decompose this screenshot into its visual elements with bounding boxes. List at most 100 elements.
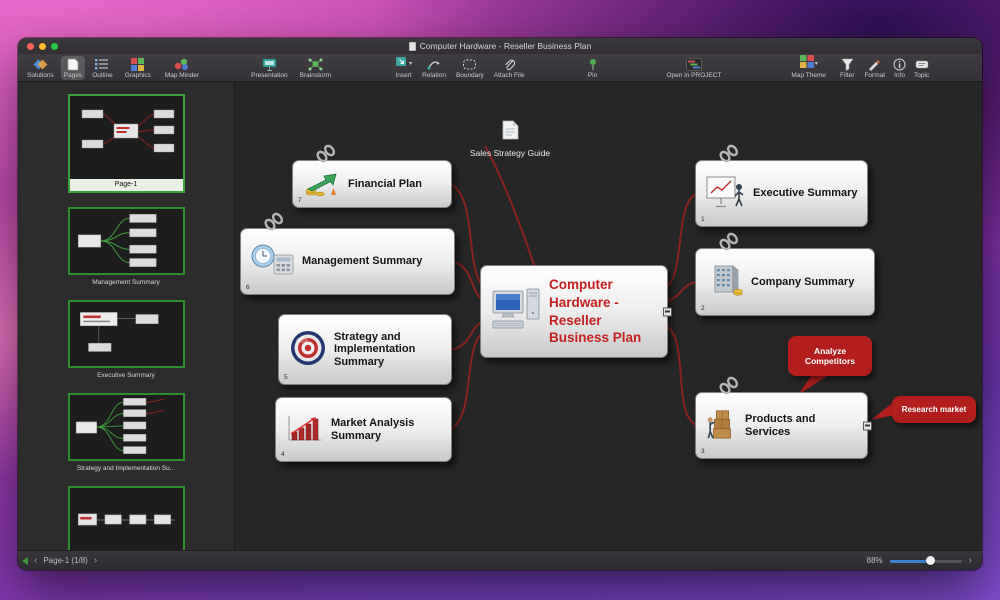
zoom-slider-knob[interactable] — [926, 556, 935, 565]
outline-icon — [95, 57, 109, 71]
hyperlink-chain-icon — [718, 232, 740, 255]
toolbar-button-relation[interactable]: Relation — [419, 56, 449, 80]
page-thumbnail-2[interactable]: Management Summary — [68, 207, 185, 286]
topic-company-summary[interactable]: Company Summary 2 — [695, 248, 875, 316]
topic-number: 5 — [284, 374, 288, 381]
toolbar-button-pages[interactable]: Pages — [61, 56, 85, 80]
pin-icon — [587, 57, 599, 71]
topic-label: Executive Summary — [753, 187, 858, 200]
toolbar-button-format[interactable]: Format — [861, 56, 888, 80]
central-topic[interactable]: Computer Hardware - Reseller Business Pl… — [480, 265, 668, 358]
zoom-level: 88% — [867, 556, 883, 565]
page-thumbnail-4[interactable]: Strategy and Implementation Su... — [68, 393, 185, 472]
hyperlink-chain-icon — [718, 144, 740, 167]
topic-label: Strategy and Implementation Summary — [334, 331, 442, 369]
topic-label: Management Summary — [302, 255, 422, 268]
toolbar-button-map-minder[interactable]: Map Minder — [162, 56, 202, 80]
page-thumbnail-label: Page-1 — [70, 179, 183, 191]
toolbar-button-graphics[interactable]: Graphics — [122, 56, 154, 80]
window-title: Computer Hardware - Reseller Business Pl… — [18, 41, 982, 51]
zoom-slider[interactable] — [890, 556, 962, 566]
main-toolbar: Solutions Pages Outline Graphics Map Min… — [18, 54, 982, 82]
topic-number: 1 — [701, 216, 705, 223]
toolbar-button-pin[interactable]: Pin — [584, 56, 602, 80]
toolbar-button-open-in-project[interactable]: Open in PROJECT — [664, 56, 725, 80]
toolbar-button-presentation[interactable]: Presentation — [248, 56, 291, 80]
document-icon — [409, 42, 416, 51]
hyperlink-chain-icon — [263, 212, 285, 235]
zoom-in-icon[interactable]: › — [969, 556, 972, 566]
paperclip-icon — [503, 57, 516, 71]
zoom-slider-fill — [890, 560, 930, 563]
page-thumbnail-3[interactable]: Executive Summary — [68, 300, 185, 379]
map-minder-icon — [174, 57, 189, 71]
topic-label: Market Analysis Summary — [331, 417, 442, 442]
toolbar-button-attach-file[interactable]: Attach File — [491, 56, 528, 80]
collapse-button[interactable] — [863, 421, 872, 430]
toolbar-button-info[interactable]: Info — [890, 56, 909, 80]
toolbar-button-insert[interactable]: ▾ Insert — [392, 56, 415, 80]
building-icon — [705, 262, 745, 302]
chevron-down-icon: ▾ — [409, 61, 412, 67]
topic-financial-plan[interactable]: Financial Plan 7 — [292, 160, 452, 208]
pages-panel: Page-1 — [18, 82, 235, 550]
topic-number: 7 — [298, 197, 302, 204]
collapse-button[interactable] — [663, 307, 672, 316]
solutions-icon — [33, 57, 48, 71]
toolbar-button-topic[interactable]: Topic — [911, 56, 932, 80]
toolbar-button-boundary[interactable]: Boundary — [453, 56, 487, 80]
topic-products-and-services[interactable]: Products and Services 3 — [695, 392, 868, 459]
attachment-label: Sales Strategy Guide — [470, 148, 550, 158]
hyperlink-chain-icon — [315, 144, 337, 167]
central-topic-label: Computer Hardware - Reseller Business Pl… — [549, 276, 657, 346]
toolbar-button-solutions[interactable]: Solutions — [24, 56, 57, 80]
topic-number: 4 — [281, 451, 285, 458]
page-thumbnail-1[interactable]: Page-1 — [68, 94, 185, 193]
topic-label: Financial Plan — [348, 178, 422, 191]
chevron-down-icon: ▾ — [815, 61, 818, 67]
title-bar[interactable]: Computer Hardware - Reseller Business Pl… — [18, 38, 982, 54]
topic-market-analysis-summary[interactable]: Market Analysis Summary 4 — [275, 397, 452, 462]
topic-strategy-and-implementation-summary[interactable]: Strategy and Implementation Summary 5 — [278, 314, 452, 385]
callout-analyze-competitors[interactable]: Analyze Competitors — [788, 336, 872, 376]
mind-map-canvas[interactable]: Sales Strategy Guide Computer Hardware -… — [235, 82, 982, 550]
status-bar: ‹ Page-1 (1/8) › 88% › — [18, 550, 982, 570]
toolbar-button-brainstorm[interactable]: Brainstorm — [297, 56, 334, 80]
relation-icon — [427, 57, 442, 71]
app-window: Computer Hardware - Reseller Business Pl… — [18, 38, 982, 570]
topic-number: 6 — [246, 284, 250, 291]
boundary-icon — [462, 57, 477, 71]
map-theme-icon — [800, 55, 814, 73]
topic-label: Products and Services — [745, 413, 858, 438]
presentation-board-icon — [705, 175, 747, 213]
attachment-sales-strategy-guide[interactable]: Sales Strategy Guide — [425, 120, 595, 158]
toolbar-button-map-theme[interactable]: ▾ Map Theme — [788, 56, 829, 80]
format-pen-icon — [867, 57, 882, 71]
topic-executive-summary[interactable]: Executive Summary 1 — [695, 160, 868, 227]
info-icon — [893, 57, 906, 71]
graphics-icon — [131, 57, 145, 71]
topic-number: 3 — [701, 448, 705, 455]
computer-icon — [491, 285, 543, 339]
topic-label: Company Summary — [751, 276, 854, 289]
financial-growth-icon — [302, 167, 342, 201]
page-prev-icon[interactable]: ‹ — [34, 556, 37, 566]
toolbar-button-filter[interactable]: Filter — [837, 56, 857, 80]
page-indicator: Page-1 (1/8) — [43, 556, 87, 565]
presentation-icon — [262, 57, 277, 71]
topic-icon — [915, 57, 929, 71]
target-icon — [288, 329, 328, 371]
brainstorm-icon — [308, 57, 323, 71]
page-next-icon[interactable]: › — [94, 556, 97, 566]
topic-management-summary[interactable]: Management Summary 6 — [240, 228, 455, 295]
clock-calculator-icon — [250, 243, 296, 281]
goods-boxes-icon — [705, 406, 739, 446]
project-gantt-icon — [686, 57, 702, 71]
page-thumbnail-5[interactable]: Market Analysis Summary — [68, 486, 185, 550]
toolbar-button-outline[interactable]: Outline — [89, 56, 116, 80]
document-page-icon — [502, 120, 519, 145]
page-first-icon[interactable] — [22, 557, 28, 565]
callout-research-market[interactable]: Research market — [892, 396, 976, 423]
insert-icon — [395, 55, 408, 73]
filter-funnel-icon — [841, 57, 854, 71]
